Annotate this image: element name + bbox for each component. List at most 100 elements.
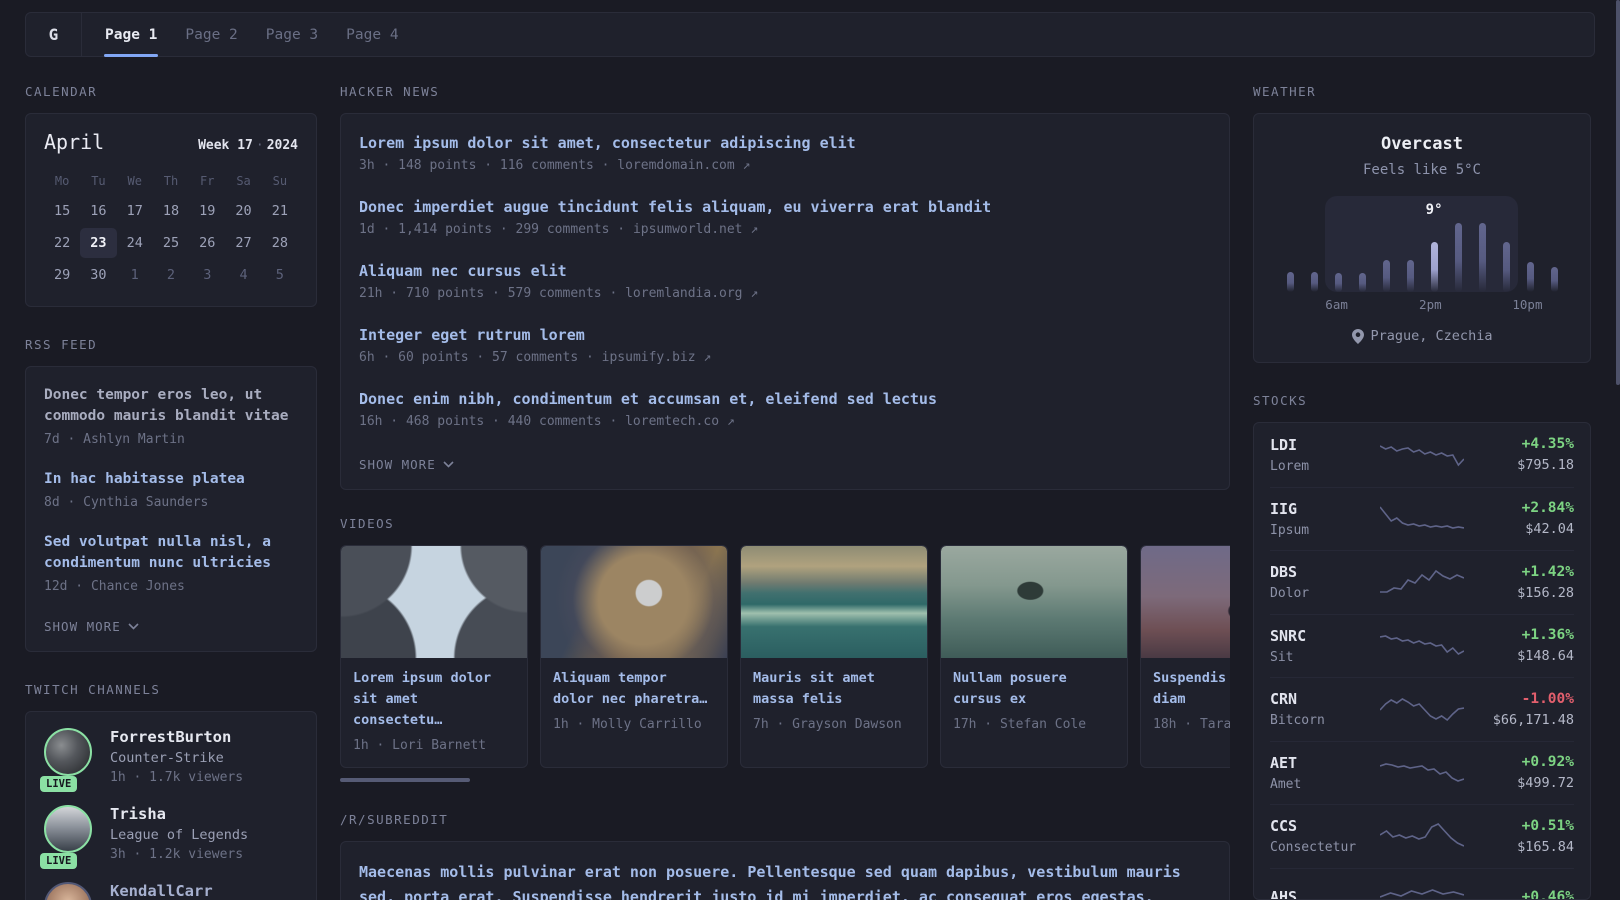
rss-item-meta: 12d · Chance Jones <box>44 579 185 594</box>
stock-sparkline <box>1380 762 1464 782</box>
twitch-channel-meta: 3h · 1.2k viewers <box>110 847 244 862</box>
video-meta: 17h · Stefan Cole <box>953 717 1087 732</box>
avatar <box>44 805 92 853</box>
subreddit-widget: Maecenas mollis pulvinar erat non posuer… <box>340 841 1230 900</box>
hackernews-widget: Lorem ipsum dolor sit amet, consectetur … <box>340 113 1230 490</box>
hn-item-title[interactable]: Lorem ipsum dolor sit amet, consectetur … <box>359 134 1211 152</box>
twitch-channel-row[interactable]: KendallCarr <box>44 882 298 900</box>
calendar-day-next-month: 3 <box>203 267 212 283</box>
page-scrollbar-thumb[interactable] <box>1616 0 1620 385</box>
rss-section: RSS FEED Donec tempor eros leo, ut commo… <box>25 337 317 652</box>
hn-item-domain[interactable]: ipsumworld.net <box>633 222 743 237</box>
video-carousel-scrollbar[interactable] <box>340 778 470 782</box>
hn-item-title[interactable]: Aliquam nec cursus elit <box>359 262 1211 280</box>
subreddit-post-title[interactable]: Maecenas mollis pulvinar erat non posuer… <box>359 860 1211 900</box>
hn-item-domain[interactable]: loremlandia.org <box>625 286 742 301</box>
stock-price: $42.04 <box>1525 521 1574 538</box>
twitch-section-title: TWITCH CHANNELS <box>25 682 161 697</box>
calendar-day-next-month: 1 <box>130 267 139 283</box>
weather-bar <box>1334 272 1342 292</box>
stock-change: +1.42% <box>1521 563 1574 580</box>
rss-item-title[interactable]: Donec tempor eros leo, ut commodo mauris… <box>44 385 298 427</box>
calendar-day: 27 <box>235 235 252 251</box>
calendar-day-next-month: 5 <box>275 267 284 283</box>
hn-meta-text: 1d · 1,414 points · 299 comments · <box>359 222 633 237</box>
stock-row[interactable]: SNRC Sit +1.36% $148.64 <box>1270 613 1574 678</box>
hn-item-title[interactable]: Donec imperdiet augue tincidunt felis al… <box>359 198 1211 216</box>
twitch-channel-row[interactable]: LIVE ForrestBurton Counter-Strike 1h · 1… <box>40 728 298 792</box>
hn-item-meta: 16h · 468 points · 440 comments · loremt… <box>359 414 1211 429</box>
hn-item-domain[interactable]: loremdomain.com <box>617 158 734 173</box>
topbar: G Page 1 Page 2 Page 3 Page 4 <box>25 12 1595 57</box>
twitch-channel-game: League of Legends <box>110 827 249 843</box>
calendar-year: 2024 <box>266 138 298 153</box>
video-title[interactable]: Aliquam tempor dolor nec pharetra… <box>553 668 715 710</box>
twitch-channel-game: Counter-Strike <box>110 750 224 766</box>
hn-item-domain[interactable]: ipsumify.biz <box>602 350 696 365</box>
calendar-day: 20 <box>235 203 252 219</box>
twitch-channel-name[interactable]: Trisha <box>110 805 248 823</box>
video-card[interactable]: Lorem ipsum dolor sit amet consectetu… 1… <box>340 545 528 768</box>
hn-item: Integer eget rutrum lorem 6h · 60 points… <box>359 326 1211 365</box>
rss-item-title[interactable]: Sed volutpat nulla nisl, a condimentum n… <box>44 532 298 574</box>
video-card[interactable]: Suspendis diam 18h · Tara <box>1140 545 1230 768</box>
video-title[interactable]: Nullam posuere cursus ex <box>953 668 1115 710</box>
stock-symbol: DBS <box>1270 563 1298 582</box>
twitch-channel-name[interactable]: ForrestBurton <box>110 728 243 746</box>
hn-item-domain[interactable]: loremtech.co <box>625 414 719 429</box>
rss-item-title[interactable]: In hac habitasse platea <box>44 469 298 490</box>
hn-item-title[interactable]: Donec enim nibh, condimentum et accumsan… <box>359 390 1211 408</box>
subreddit-section-title: /R/SUBREDDIT <box>340 812 449 827</box>
tab-page-4[interactable]: Page 4 <box>345 13 399 56</box>
external-link-icon: ↗ <box>726 414 735 429</box>
twitch-channel-row[interactable]: LIVE Trisha League of Legends 3h · 1.2k … <box>40 805 298 869</box>
tab-page-3[interactable]: Page 3 <box>265 13 319 56</box>
calendar-day: 15 <box>54 203 71 219</box>
tab-page-1[interactable]: Page 1 <box>104 13 159 57</box>
video-thumbnail <box>1141 546 1230 658</box>
stock-row[interactable]: AET Amet +0.92% $499.72 <box>1270 740 1574 805</box>
weather-bar <box>1358 272 1366 292</box>
twitch-channel-meta: 1h · 1.7k viewers <box>110 770 244 785</box>
calendar-grid: Mo Tu We Th Fr Sa Su 15 16 17 18 19 20 2… <box>44 168 298 290</box>
stock-row[interactable]: IIG Ipsum +2.84% $42.04 <box>1270 486 1574 551</box>
stock-name: Lorem <box>1270 458 1310 474</box>
stock-row[interactable]: LDI Lorem +4.35% $795.18 <box>1270 423 1574 487</box>
rss-item-meta: 7d · Ashlyn Martin <box>44 432 185 447</box>
stock-row[interactable]: CRN Bitcorn -1.00% $66,171.48 <box>1270 677 1574 741</box>
video-thumbnail <box>741 546 927 658</box>
stock-change: +2.84% <box>1521 500 1574 517</box>
calendar-day: 17 <box>126 203 143 219</box>
video-title[interactable]: Lorem ipsum dolor sit amet consectetu… <box>353 668 515 731</box>
avatar <box>44 882 92 900</box>
video-title[interactable]: Suspendis diam <box>1153 668 1230 710</box>
stock-change: -1.00% <box>1521 690 1574 707</box>
location-pin-icon <box>1351 328 1364 344</box>
video-card[interactable]: Nullam posuere cursus ex 17h · Stefan Co… <box>940 545 1128 768</box>
calendar-day: 30 <box>90 267 107 283</box>
stock-row[interactable]: DBS Dolor +1.42% $156.28 <box>1270 550 1574 614</box>
stock-row[interactable]: AHS +0.46% <box>1270 867 1574 899</box>
tab-page-2[interactable]: Page 2 <box>184 13 238 56</box>
video-card[interactable]: Mauris sit amet massa felis 7h · Grayson… <box>740 545 928 768</box>
calendar-month: April <box>44 130 105 154</box>
stock-price: $795.18 <box>1517 457 1574 474</box>
twitch-channel-name[interactable]: KendallCarr <box>110 882 213 900</box>
live-badge: LIVE <box>40 776 78 792</box>
stock-row[interactable]: CCS Consectetur +0.51% $165.84 <box>1270 804 1574 868</box>
weather-bar <box>1310 271 1318 292</box>
stock-name: Bitcorn <box>1270 713 1325 729</box>
video-card[interactable]: Aliquam tempor dolor nec pharetra… 1h · … <box>540 545 728 768</box>
video-title[interactable]: Mauris sit amet massa felis <box>753 668 915 710</box>
hn-item-meta: 6h · 60 points · 57 comments · ipsumify.… <box>359 350 1211 365</box>
stock-name: Sit <box>1270 649 1294 665</box>
hn-show-more-button[interactable]: SHOW MORE <box>359 457 454 472</box>
stock-sparkline <box>1380 698 1464 722</box>
stock-name: Amet <box>1270 776 1302 792</box>
hn-item-title[interactable]: Integer eget rutrum lorem <box>359 326 1211 344</box>
weather-section-title: WEATHER <box>1253 84 1317 99</box>
rss-show-more-button[interactable]: SHOW MORE <box>44 619 139 634</box>
weather-section: WEATHER Overcast Feels like 5°C 9° 6am 2p… <box>1253 84 1591 363</box>
video-meta: 7h · Grayson Dawson <box>753 717 902 732</box>
calendar-day: 19 <box>199 203 216 219</box>
